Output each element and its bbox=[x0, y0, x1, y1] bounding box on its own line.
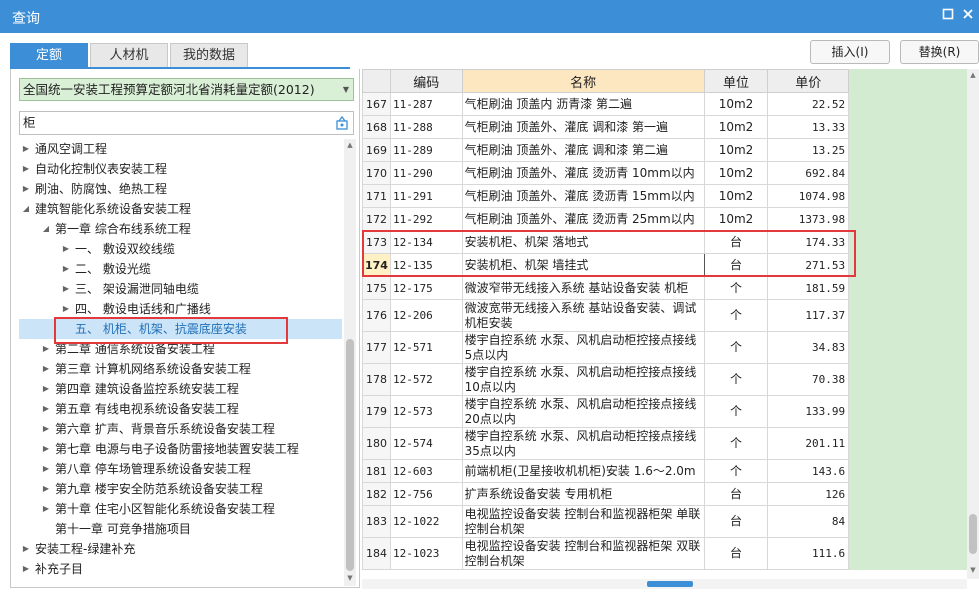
tab-my-data[interactable]: 我的数据 bbox=[170, 43, 248, 68]
table-row[interactable]: 184 12-1023 电视监控设备安装 控制台和监视器柜架 双联控制台机架台 111… bbox=[362, 537, 967, 570]
table-row[interactable]: 178 12-572 楼宇自控系统 水泵、风机启动柜控接点接线 10点以内个 70.3… bbox=[362, 363, 967, 396]
table-row[interactable]: 169 11-289 气柜刷油 顶盖外、灌底 调和漆 第二遍 10m2 13.25 bbox=[362, 138, 967, 162]
header-price[interactable]: 单价 bbox=[767, 69, 850, 93]
table-row[interactable]: 168 11-288 气柜刷油 顶盖外、灌底 调和漆 第一遍 10m2 13.33 bbox=[362, 115, 967, 139]
tree-node[interactable]: ▶ 自动化控制仪表安装工程 bbox=[19, 159, 342, 179]
header-filler bbox=[848, 69, 967, 93]
scroll-up-icon[interactable]: ▲ bbox=[968, 71, 978, 81]
search-icon[interactable] bbox=[334, 115, 350, 131]
expand-arrow-icon[interactable]: ▶ bbox=[21, 179, 31, 199]
tree-node[interactable]: ▶ 第九章 楼宇安全防范系统设备安装工程 bbox=[19, 479, 342, 499]
highlight-box bbox=[54, 317, 288, 344]
library-select-value: 全国统一安装工程预算定额河北省消耗量定额(2012) bbox=[23, 82, 315, 97]
tree-node[interactable]: ▶ 安装工程-绿建补充 bbox=[19, 539, 342, 559]
close-icon[interactable] bbox=[960, 8, 976, 24]
scroll-down-icon[interactable]: ▼ bbox=[345, 574, 355, 584]
table-row[interactable]: 176 12-206 微波宽带无线接入系统 基站设备安装、调试机柜安装个 117.37 bbox=[362, 299, 967, 332]
window-titlebar: 查询 bbox=[0, 0, 979, 33]
tree-node[interactable]: ◢ 第一章 综合布线系统工程 bbox=[19, 219, 342, 239]
expand-arrow-icon[interactable]: ▶ bbox=[41, 459, 51, 479]
table-row[interactable]: 183 12-1022 电视监控设备安装 控制台和监视器柜架 单联控制台机架台 84 bbox=[362, 505, 967, 538]
expand-arrow-icon[interactable]: ▶ bbox=[41, 499, 51, 519]
tree-node[interactable]: ▶ 刷油、防腐蚀、绝热工程 bbox=[19, 179, 342, 199]
tree-node[interactable]: ▶ 二、 敷设光缆 bbox=[19, 259, 342, 279]
tree-node[interactable]: ▶ 第十章 住宅小区智能化系统设备安装工程 bbox=[19, 499, 342, 519]
tree-node[interactable]: ▶ 补充子目 bbox=[19, 559, 342, 579]
table-row[interactable]: 180 12-574 楼宇自控系统 水泵、风机启动柜控接点接线 35点以内个 201.… bbox=[362, 427, 967, 460]
expand-arrow-icon[interactable]: ▶ bbox=[21, 539, 31, 559]
tree-node[interactable]: ▶ 三、 架设漏泄同轴电缆 bbox=[19, 279, 342, 299]
expand-arrow-icon[interactable]: ▶ bbox=[41, 479, 51, 499]
expand-arrow-icon[interactable]: ▶ bbox=[61, 239, 71, 259]
tree-node[interactable]: ▶ 第五章 有线电视系统设备安装工程 bbox=[19, 399, 342, 419]
tree-node[interactable]: ▶ 四、 敷设电话线和广播线 bbox=[19, 299, 342, 319]
collapse-arrow-icon[interactable]: ◢ bbox=[21, 199, 31, 219]
tree-node[interactable]: 第十一章 可竞争措施项目 bbox=[19, 519, 342, 539]
table-row[interactable]: 170 11-290 气柜刷油 顶盖外、灌底 烫沥青 10mm以内 10m2 692.8… bbox=[362, 161, 967, 185]
tree-node[interactable]: ▶ 第七章 电源与电子设备防雷接地装置安装工程 bbox=[19, 439, 342, 459]
header-rownum bbox=[362, 69, 391, 93]
tab-quota[interactable]: 定额 bbox=[10, 43, 88, 68]
tab-labor-material-machine[interactable]: 人材机 bbox=[90, 43, 168, 68]
maximize-icon[interactable] bbox=[940, 8, 956, 24]
expand-arrow-icon[interactable]: ▶ bbox=[41, 359, 51, 379]
expand-arrow-icon[interactable]: ▶ bbox=[41, 439, 51, 459]
expand-arrow-icon[interactable]: ▶ bbox=[41, 379, 51, 399]
table-row[interactable]: 179 12-573 楼宇自控系统 水泵、风机启动柜控接点接线 20点以内个 133.… bbox=[362, 395, 967, 428]
table-row[interactable]: 172 11-292 气柜刷油 顶盖外、灌底 烫沥青 25mm以内 10m2 1373.… bbox=[362, 207, 967, 231]
header-unit[interactable]: 单位 bbox=[703, 69, 769, 93]
quota-table: 编码 名称 单位 单价 167 11-287 气柜刷油 顶盖内 沥青漆 第二遍 10m… bbox=[362, 69, 967, 579]
header-name[interactable]: 名称 bbox=[461, 69, 705, 93]
scroll-up-icon[interactable]: ▲ bbox=[345, 141, 355, 151]
table-row[interactable]: 175 12-175 微波窄带无线接入系统 基站设备安装 机柜个 181.59 bbox=[362, 276, 967, 300]
table-row[interactable]: 182 12-756 扩声系统设备安装 专用机柜台 126 bbox=[362, 482, 967, 506]
expand-arrow-icon[interactable]: ▶ bbox=[61, 299, 71, 319]
chevron-down-icon[interactable]: ▼ bbox=[343, 79, 349, 100]
tree-node[interactable]: ▶ 一、 敷设双绞线缆 bbox=[19, 239, 342, 259]
expand-arrow-icon[interactable]: ▶ bbox=[41, 419, 51, 439]
library-select[interactable]: 全国统一安装工程预算定额河北省消耗量定额(2012) ▼ bbox=[19, 78, 354, 101]
scroll-down-icon[interactable]: ▼ bbox=[968, 566, 978, 576]
table-row[interactable]: 181 12-603 前端机柜(卫星接收机机柜)安装 1.6～2.0m 个 143.6 bbox=[362, 459, 967, 483]
expand-arrow-icon[interactable]: ▶ bbox=[41, 399, 51, 419]
replace-button[interactable]: 替换(R) bbox=[900, 40, 979, 64]
tree-node[interactable]: ▶ 第三章 计算机网络系统设备安装工程 bbox=[19, 359, 342, 379]
expand-arrow-icon[interactable]: ▶ bbox=[21, 139, 31, 159]
window-title: 查询 bbox=[12, 11, 40, 27]
expand-arrow-icon[interactable]: ▶ bbox=[41, 339, 51, 359]
search-input[interactable]: 柜 bbox=[19, 111, 354, 135]
expand-arrow-icon[interactable]: ▶ bbox=[21, 559, 31, 579]
table-row[interactable]: 177 12-571 楼宇自控系统 水泵、风机启动柜控接点接线 5点以内个 34.83 bbox=[362, 331, 967, 364]
header-code[interactable]: 编码 bbox=[389, 69, 463, 93]
search-input-value: 柜 bbox=[23, 115, 36, 130]
collapse-arrow-icon[interactable]: ◢ bbox=[41, 219, 51, 239]
tree-node[interactable]: ▶ 第六章 扩声、背景音乐系统设备安装工程 bbox=[19, 419, 342, 439]
table-header-row: 编码 名称 单位 单价 bbox=[362, 69, 967, 93]
tree-node[interactable]: ▶ 第四章 建筑设备监控系统安装工程 bbox=[19, 379, 342, 399]
splitter-handle[interactable] bbox=[647, 581, 693, 587]
expand-arrow-icon[interactable]: ▶ bbox=[61, 279, 71, 299]
scrollbar-thumb[interactable] bbox=[346, 339, 354, 571]
tree-node[interactable]: ▶ 通风空调工程 bbox=[19, 139, 342, 159]
quota-tree: ▶ 通风空调工程 ▶ 自动化控制仪表安装工程 ▶ 刷油、防腐蚀、绝热工程 ◢ 建筑智能化… bbox=[19, 139, 344, 587]
horizontal-scrollbar[interactable] bbox=[362, 579, 967, 589]
table-scrollbar[interactable]: ▲ ▼ bbox=[967, 69, 979, 579]
tree-node[interactable]: ▶ 第八章 停车场管理系统设备安装工程 bbox=[19, 459, 342, 479]
table-row[interactable]: 171 11-291 气柜刷油 顶盖外、灌底 烫沥青 15mm以内 10m2 1074.… bbox=[362, 184, 967, 208]
expand-arrow-icon[interactable]: ▶ bbox=[21, 159, 31, 179]
table-row[interactable]: 167 11-287 气柜刷油 顶盖内 沥青漆 第二遍 10m2 22.52 bbox=[362, 92, 967, 116]
scrollbar-thumb[interactable] bbox=[969, 514, 977, 554]
tree-scrollbar[interactable]: ▲ ▼ bbox=[344, 139, 356, 586]
expand-arrow-icon[interactable]: ▶ bbox=[61, 259, 71, 279]
insert-button[interactable]: 插入(I) bbox=[810, 40, 890, 64]
tree-node[interactable]: ◢ 建筑智能化系统设备安装工程 bbox=[19, 199, 342, 219]
highlight-box bbox=[362, 230, 856, 277]
